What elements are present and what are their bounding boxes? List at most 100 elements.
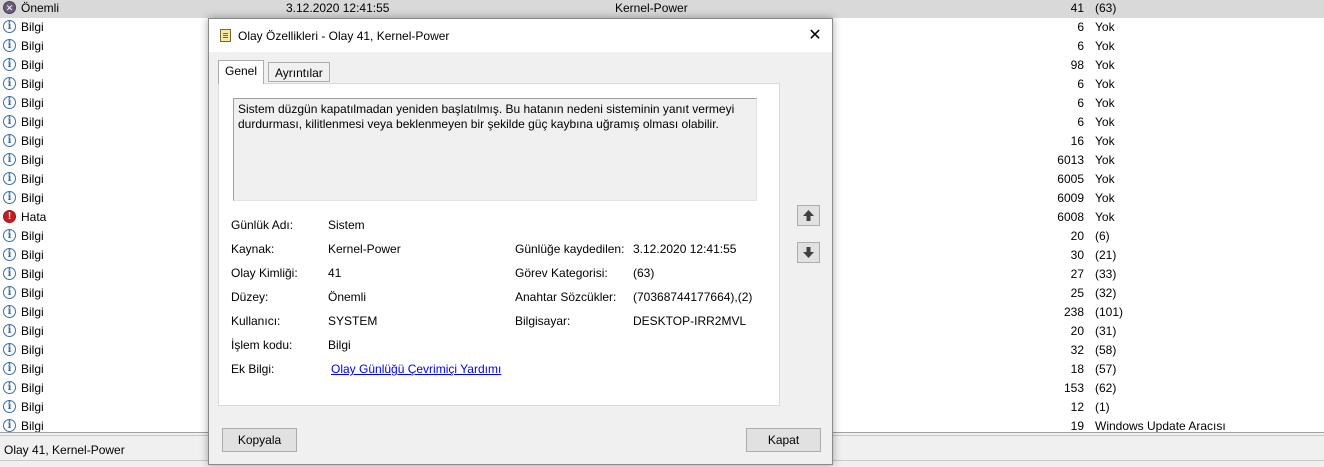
event-row[interactable]: ✕ Önemli 3.12.2020 12:41:55 Kernel-Power 41 (… bbox=[0, 0, 1324, 18]
general-tab-panel: Sistem düzgün kapatılmadan yeniden başla… bbox=[218, 83, 780, 406]
level-label: Düzey: bbox=[231, 290, 269, 304]
status-text: Olay 41, Kernel-Power bbox=[4, 443, 125, 457]
event-category: Yok bbox=[1095, 58, 1115, 72]
event-id-label: Olay Kimliği: bbox=[231, 266, 298, 280]
computer-label: Bilgisayar: bbox=[515, 314, 571, 328]
event-level: Bilgi bbox=[21, 324, 44, 338]
info-icon: i bbox=[3, 324, 16, 337]
event-properties-icon bbox=[220, 29, 231, 42]
info-icon: i bbox=[3, 305, 16, 318]
close-button[interactable]: Kapat bbox=[746, 428, 821, 452]
more-info-label: Ek Bilgi: bbox=[231, 362, 275, 376]
event-category: Yok bbox=[1095, 77, 1115, 91]
event-category: (57) bbox=[1095, 362, 1117, 376]
event-level: Bilgi bbox=[21, 267, 44, 281]
event-id: 20 bbox=[1070, 324, 1084, 338]
user-label: Kullanıcı: bbox=[231, 314, 281, 328]
copy-button[interactable]: Kopyala bbox=[222, 428, 297, 452]
event-id: 16 bbox=[1070, 134, 1084, 148]
event-category: Yok bbox=[1095, 172, 1115, 186]
event-id: 6008 bbox=[1057, 210, 1084, 224]
info-icon: i bbox=[3, 248, 16, 261]
event-level: Bilgi bbox=[21, 96, 44, 110]
source-label: Kaynak: bbox=[231, 242, 275, 256]
event-category: (31) bbox=[1095, 324, 1117, 338]
event-category: Yok bbox=[1095, 191, 1115, 205]
event-date: 3.12.2020 12:41:55 bbox=[286, 1, 390, 15]
event-level: Bilgi bbox=[21, 305, 44, 319]
info-icon: i bbox=[3, 267, 16, 280]
event-level: Hata bbox=[21, 210, 47, 224]
info-icon: i bbox=[3, 362, 16, 375]
close-icon[interactable]: ✕ bbox=[798, 19, 832, 52]
event-level: Bilgi bbox=[21, 20, 44, 34]
event-category: (58) bbox=[1095, 343, 1117, 357]
event-id: 153 bbox=[1063, 381, 1084, 395]
event-category: (63) bbox=[1095, 1, 1117, 15]
event-level: Bilgi bbox=[21, 191, 44, 205]
event-properties-dialog: Olay Özellikleri - Olay 41, Kernel-Power… bbox=[208, 18, 833, 465]
opcode-value: Bilgi bbox=[328, 338, 351, 352]
info-icon: i bbox=[3, 172, 16, 185]
event-source: Kernel-Power bbox=[615, 1, 688, 15]
level-value: Önemli bbox=[328, 290, 367, 304]
info-icon: i bbox=[3, 134, 16, 147]
event-id: 41 bbox=[1070, 1, 1084, 15]
event-id: 6005 bbox=[1057, 172, 1084, 186]
info-icon: i bbox=[3, 229, 16, 242]
event-level: Bilgi bbox=[21, 343, 44, 357]
event-category: Yok bbox=[1095, 210, 1115, 224]
event-id: 19 bbox=[1070, 419, 1084, 432]
event-category: (6) bbox=[1095, 229, 1110, 243]
info-icon: i bbox=[3, 153, 16, 166]
event-category: (62) bbox=[1095, 381, 1117, 395]
event-id: 6 bbox=[1077, 96, 1084, 110]
online-help-link[interactable]: Olay Günlüğü Çevrimiçi Yardımı bbox=[331, 362, 501, 376]
error-icon: ! bbox=[3, 210, 16, 223]
event-category: (32) bbox=[1095, 286, 1117, 300]
event-id-value: 41 bbox=[328, 266, 342, 280]
event-level: Bilgi bbox=[21, 153, 44, 167]
arrow-up-icon bbox=[803, 210, 814, 221]
event-category: Yok bbox=[1095, 39, 1115, 53]
info-icon: i bbox=[3, 115, 16, 128]
source-value: Kernel-Power bbox=[328, 242, 401, 256]
event-description[interactable]: Sistem düzgün kapatılmadan yeniden başla… bbox=[233, 98, 757, 201]
event-level: Bilgi bbox=[21, 172, 44, 186]
event-category: Yok bbox=[1095, 96, 1115, 110]
dialog-title: Olay Özellikleri - Olay 41, Kernel-Power bbox=[238, 29, 450, 43]
event-id: 27 bbox=[1070, 267, 1084, 281]
event-category: (33) bbox=[1095, 267, 1117, 281]
info-icon: i bbox=[3, 96, 16, 109]
next-event-button[interactable] bbox=[797, 242, 820, 263]
event-category: Yok bbox=[1095, 20, 1115, 34]
event-level: Bilgi bbox=[21, 134, 44, 148]
info-icon: i bbox=[3, 400, 16, 413]
event-category: (101) bbox=[1095, 305, 1124, 319]
tab-details[interactable]: Ayrıntılar bbox=[268, 62, 330, 82]
event-level: Önemli bbox=[21, 1, 60, 15]
event-level: Bilgi bbox=[21, 286, 44, 300]
keywords-label: Anahtar Sözcükler: bbox=[515, 290, 617, 304]
log-name-value: Sistem bbox=[328, 218, 365, 232]
info-icon: i bbox=[3, 419, 16, 432]
logged-label: Günlüğe kaydedilen: bbox=[515, 242, 625, 256]
info-icon: i bbox=[3, 191, 16, 204]
event-category: (21) bbox=[1095, 248, 1117, 262]
arrow-down-icon bbox=[803, 247, 814, 258]
tab-general[interactable]: Genel bbox=[218, 60, 265, 84]
event-id: 25 bbox=[1070, 286, 1084, 300]
previous-event-button[interactable] bbox=[797, 205, 820, 226]
event-id: 6 bbox=[1077, 20, 1084, 34]
event-id: 32 bbox=[1070, 343, 1084, 357]
event-id: 30 bbox=[1070, 248, 1084, 262]
event-id: 98 bbox=[1070, 58, 1084, 72]
log-name-label: Günlük Adı: bbox=[231, 218, 294, 232]
event-id: 6 bbox=[1077, 115, 1084, 129]
event-id: 6 bbox=[1077, 77, 1084, 91]
user-value: SYSTEM bbox=[328, 314, 378, 328]
event-id: 6013 bbox=[1057, 153, 1084, 167]
info-icon: i bbox=[3, 381, 16, 394]
keywords-value: (70368744177664),(2) bbox=[633, 290, 753, 304]
dialog-titlebar[interactable]: Olay Özellikleri - Olay 41, Kernel-Power… bbox=[209, 19, 832, 52]
